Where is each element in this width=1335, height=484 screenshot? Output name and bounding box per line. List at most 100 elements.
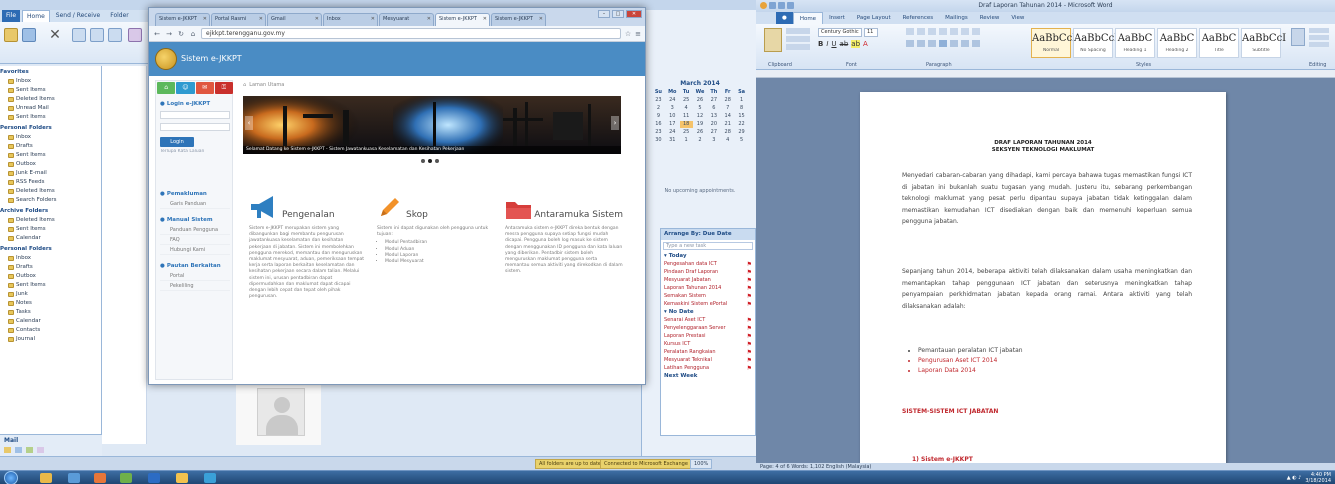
folder-item[interactable]: Sent Items [0,151,101,160]
style-option[interactable]: AaBbC Heading 2 [1157,28,1197,58]
calendar-date[interactable]: 2 [652,105,665,112]
folder-item[interactable]: Junk E-mail [0,169,101,178]
sidebar-menu-link[interactable]: Panduan Pengguna [160,225,230,235]
tab-close-icon[interactable]: ✕ [203,16,207,22]
show-formatting-icon[interactable] [972,28,980,35]
save-icon[interactable] [769,2,776,9]
folder-item[interactable]: Drafts [0,142,101,151]
calendar-date[interactable]: 22 [735,121,748,128]
style-option[interactable]: AaBbCcDd Normal [1031,28,1087,58]
outlook-tab-file[interactable]: File [2,10,21,22]
explorer-taskbar-icon[interactable] [40,473,52,483]
forward-icon[interactable]: → [165,30,173,38]
word-ribbon-tab[interactable]: View [1005,12,1030,24]
word-ribbon-tab[interactable]: Review [974,12,1006,24]
reply-all-icon[interactable] [90,28,104,42]
browser-tab[interactable]: Sistem e-JKKPT ✕ [155,13,210,26]
word-ribbon-tab[interactable]: Page Layout [851,12,897,24]
outlook-tab-home[interactable]: Home [22,10,50,22]
style-option[interactable]: AaBbCcI Subtitle [1241,28,1286,58]
folder-item[interactable]: Inbox [0,133,101,142]
tile-mail-icon[interactable]: ✉ [195,82,214,94]
task-item[interactable]: Laporan Prestasi ⚑ [661,332,755,340]
calendar-date[interactable]: 3 [666,105,679,112]
sort-icon[interactable] [961,28,969,35]
site-logo[interactable] [155,48,177,70]
calendar-date[interactable]: 30 [652,137,665,144]
replace-icon[interactable] [1309,35,1329,40]
calendar-date[interactable]: 15 [735,113,748,120]
login-button[interactable]: Login [160,137,194,147]
calendar-date[interactable]: 25 [680,129,693,136]
folder-item[interactable]: Outbox [0,160,101,169]
ruler[interactable] [756,70,1335,78]
clock-date[interactable]: 3/18/2014 [1305,478,1331,484]
tab-close-icon[interactable]: ✕ [483,16,487,22]
align-left-icon[interactable] [906,40,914,47]
bold-icon[interactable]: B [818,40,823,48]
word-ribbon-tab[interactable]: Insert [823,12,851,24]
paste-icon[interactable] [764,28,782,52]
flag-icon[interactable]: ⚑ [747,317,752,324]
folder-item[interactable]: Deleted Items [0,95,101,104]
task-group-next-week[interactable]: Next Week [661,372,755,380]
copy-icon[interactable] [786,36,810,42]
slider-next-icon[interactable]: › [611,116,619,130]
tab-close-icon[interactable]: ✕ [371,16,375,22]
new-email-icon[interactable] [4,28,18,42]
folder-item[interactable]: Deleted Items [0,216,101,225]
maximize-button[interactable]: □ [612,10,624,18]
star-icon[interactable]: ☆ [625,30,631,38]
app-taskbar-icon[interactable] [204,473,216,483]
calendar-date[interactable]: 10 [666,113,679,120]
task-item[interactable]: Peralatan Rangkaian ⚑ [661,348,755,356]
calendar-date[interactable]: 28 [721,129,734,136]
tab-close-icon[interactable]: ✕ [539,16,543,22]
calendar-date[interactable]: 27 [707,97,720,104]
calendar-date[interactable]: 12 [694,113,707,120]
tasks-icon[interactable] [37,447,44,453]
site-title[interactable]: Sistem e-JKKPT [181,54,242,63]
folder-item[interactable]: Outbox [0,272,101,281]
browser-tab[interactable]: Sistem e-JKKPT ✕ [491,13,546,26]
calendar-date[interactable]: 16 [652,121,665,128]
folder-item[interactable]: Calendar [0,234,101,243]
slider-dot-active[interactable] [428,159,432,163]
flag-icon[interactable]: ⚑ [747,365,752,372]
task-item[interactable]: Latihan Pengguna ⚑ [661,364,755,372]
folder-section-header[interactable]: Archive Folders [0,207,101,216]
calendar-date[interactable]: 26 [694,97,707,104]
undo-icon[interactable] [778,2,785,9]
folder-item[interactable]: Sent Items [0,113,101,122]
outlook-tab-folder[interactable]: Folder [106,10,133,22]
sidebar-menu-link[interactable]: Portal [160,271,230,281]
calendar-date[interactable]: 1 [680,137,693,144]
calendar-date[interactable]: 9 [652,113,665,120]
calendar-date[interactable]: 13 [707,113,720,120]
folder-item[interactable]: Journal [0,335,101,344]
breadcrumb-home-icon[interactable]: ⌂ [243,82,246,88]
align-right-icon[interactable] [928,40,936,47]
move-icon[interactable] [128,28,142,42]
slider-dot[interactable] [421,159,425,163]
sidebar-menu-heading[interactable]: ● Manual Sistem [160,215,230,225]
numbering-icon[interactable] [917,28,925,35]
line-spacing-icon[interactable] [950,40,958,47]
calendar-date[interactable]: 29 [735,129,748,136]
folder-item[interactable]: Calendar [0,317,101,326]
flag-icon[interactable]: ⚑ [747,357,752,364]
calendar-date[interactable]: 19 [694,121,707,128]
flag-icon[interactable]: ⚑ [747,301,752,308]
back-icon[interactable]: ← [153,30,161,38]
folder-item[interactable]: Inbox [0,254,101,263]
task-group-header[interactable]: ▾ No Date [661,308,755,316]
forward-icon[interactable] [108,28,122,42]
breadcrumb-current[interactable]: Laman Utama [249,82,284,88]
folder-item[interactable]: Tasks [0,308,101,317]
calendar-date[interactable]: 14 [721,113,734,120]
word-taskbar-icon[interactable] [148,473,160,483]
folder-item[interactable]: Drafts [0,263,101,272]
tile-home-icon[interactable]: ⌂ [157,82,176,94]
calendar-date[interactable]: 24 [666,97,679,104]
browser-tab[interactable]: Portal Rasmi ✕ [211,13,266,26]
